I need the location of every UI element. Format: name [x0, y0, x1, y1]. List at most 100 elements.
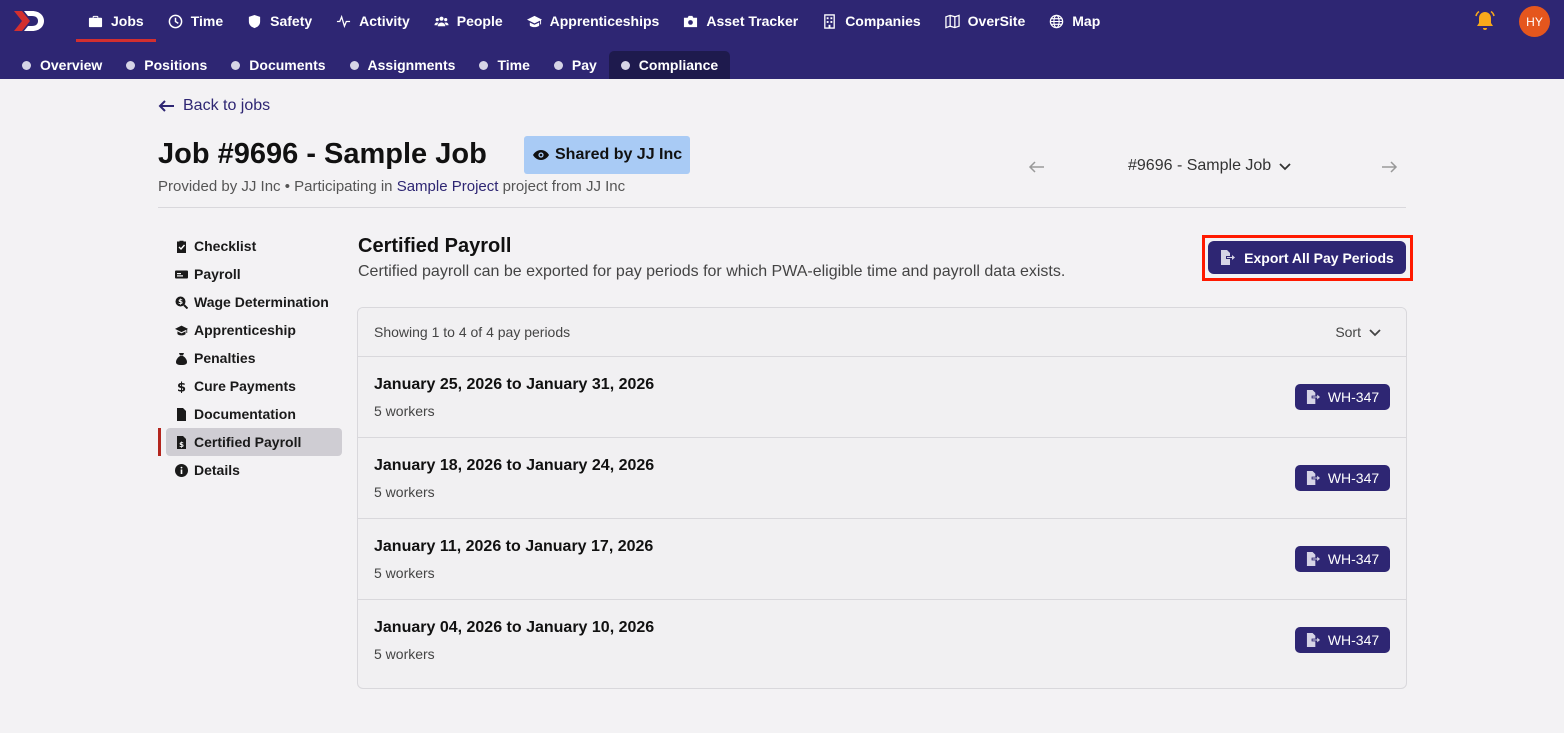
shield-icon: [249, 14, 261, 28]
project-link[interactable]: Sample Project: [397, 178, 499, 195]
subnav-label: Assignments: [367, 57, 456, 73]
app-logo[interactable]: [12, 9, 46, 33]
notification-bell-icon[interactable]: [1473, 9, 1497, 33]
user-avatar[interactable]: HY: [1519, 6, 1550, 37]
subnav-label: Documents: [249, 57, 326, 73]
building-icon: [824, 13, 836, 29]
shared-badge: Shared by JJ Inc: [524, 136, 691, 174]
sidebar-item-details[interactable]: Details: [158, 456, 342, 484]
sidebar-item-certified-payroll[interactable]: $ Certified Payroll: [158, 428, 342, 456]
worker-count: 5 workers: [374, 403, 435, 419]
money-bag-icon: [176, 352, 187, 365]
subnav-compliance[interactable]: Compliance: [608, 51, 731, 79]
subnav-assignments[interactable]: Assignments: [338, 51, 468, 79]
sidebar-item-wage-determination[interactable]: $ Wage Determination: [158, 288, 342, 316]
nav-item-safety[interactable]: Safety: [235, 0, 324, 42]
nav-item-jobs[interactable]: Jobs: [76, 0, 156, 42]
nav-item-activity[interactable]: Activity: [324, 0, 422, 42]
sidebar-item-apprenticeship[interactable]: Apprenticeship: [158, 316, 342, 344]
svg-text:$: $: [178, 298, 183, 306]
graduation-cap-icon: [526, 15, 542, 27]
previous-job-arrow-icon[interactable]: [1028, 158, 1046, 176]
export-all-pay-periods-button[interactable]: Export All Pay Periods: [1208, 241, 1406, 274]
pay-period-row: January 18, 2026 to January 24, 2026 5 w…: [358, 438, 1406, 519]
pay-period-range: January 18, 2026 to January 24, 2026: [374, 457, 655, 474]
eye-icon: [533, 150, 549, 160]
subnav-label: Time: [497, 57, 530, 73]
chevron-down-icon: [1369, 329, 1381, 337]
wh-347-label: WH-347: [1327, 551, 1380, 567]
showing-count: Showing 1 to 4 of 4 pay periods: [374, 324, 571, 340]
sidebar-item-documentation[interactable]: Documentation: [158, 400, 342, 428]
wh-347-label: WH-347: [1327, 470, 1380, 486]
clock-icon: [168, 14, 183, 28]
next-job-arrow-icon[interactable]: [1380, 158, 1398, 176]
sidebar-item-label: Certified Payroll: [194, 434, 302, 450]
subtitle-prefix: Provided by JJ Inc • Participating in: [158, 178, 397, 195]
nav-item-time[interactable]: Time: [156, 0, 235, 42]
nav-label: Safety: [270, 13, 313, 29]
wh-347-export-button[interactable]: WH-347: [1295, 627, 1390, 653]
sidebar-item-label: Details: [194, 462, 240, 478]
money-check-icon: [175, 270, 188, 278]
top-navbar: Jobs Time Safety Activity People Apprent…: [0, 0, 1564, 42]
shared-badge-label: Shared by JJ Inc: [555, 146, 683, 163]
back-label: Back to jobs: [183, 97, 271, 114]
subnav-time[interactable]: Time: [467, 51, 541, 79]
sidebar-item-checklist[interactable]: Checklist: [158, 232, 342, 260]
compliance-sidebar: Checklist Payroll $ Wage Determination A…: [158, 232, 342, 484]
sidebar-item-label: Wage Determination: [194, 294, 329, 310]
page-title: Job #9696 - Sample Job: [158, 138, 487, 170]
dot-icon: [126, 60, 136, 70]
search-dollar-icon: $: [175, 296, 188, 309]
nav-item-map[interactable]: Map: [1037, 0, 1112, 42]
subnav-overview[interactable]: Overview: [10, 51, 114, 79]
wh-347-label: WH-347: [1327, 632, 1380, 648]
activity-icon: [337, 14, 351, 28]
nav-label: Jobs: [111, 13, 144, 29]
subnav-label: Pay: [571, 57, 597, 73]
nav-item-oversite[interactable]: OverSite: [933, 0, 1038, 42]
wh-347-export-button[interactable]: WH-347: [1295, 465, 1390, 491]
wh-347-export-button[interactable]: WH-347: [1295, 384, 1390, 410]
sidebar-item-label: Apprenticeship: [194, 322, 296, 338]
nav-label: Asset Tracker: [706, 13, 799, 29]
sidebar-item-label: Payroll: [194, 266, 241, 282]
worker-count: 5 workers: [374, 565, 435, 581]
nav-item-companies[interactable]: Companies: [810, 0, 932, 42]
wh-347-export-button[interactable]: WH-347: [1295, 546, 1390, 572]
arrow-left-icon: [158, 100, 174, 112]
subnav-label: Positions: [144, 57, 208, 73]
sort-dropdown[interactable]: Sort: [1335, 324, 1390, 340]
subtitle-suffix: project from JJ Inc: [498, 178, 626, 195]
dot-icon: [231, 60, 241, 70]
nav-item-asset-tracker[interactable]: Asset Tracker: [671, 0, 810, 42]
header-divider: [158, 207, 1406, 208]
pay-period-row: January 11, 2026 to January 17, 2026 5 w…: [358, 519, 1406, 600]
chevron-down-icon: [1279, 163, 1291, 171]
nav-item-people[interactable]: People: [422, 0, 515, 42]
sidebar-item-label: Documentation: [194, 406, 296, 422]
subnav-documents[interactable]: Documents: [219, 51, 337, 79]
list-header: Showing 1 to 4 of 4 pay periods Sort: [358, 308, 1406, 357]
svg-text:$: $: [177, 380, 186, 393]
section-title: Certified Payroll: [358, 235, 512, 257]
subnav-positions[interactable]: Positions: [114, 51, 219, 79]
sidebar-item-cure-payments[interactable]: $ Cure Payments: [158, 372, 342, 400]
job-subtitle: Provided by JJ Inc • Participating in Sa…: [158, 178, 625, 195]
nav-label: People: [456, 13, 503, 29]
sidebar-item-payroll[interactable]: Payroll: [158, 260, 342, 288]
dot-icon: [620, 60, 630, 70]
pay-period-row: January 04, 2026 to January 10, 2026 5 w…: [358, 600, 1406, 681]
back-to-jobs-link[interactable]: Back to jobs: [158, 97, 270, 115]
clipboard-check-icon: [177, 240, 186, 253]
pay-period-range: January 04, 2026 to January 10, 2026: [374, 619, 655, 636]
job-selector-dropdown[interactable]: #9696 - Sample Job: [1128, 157, 1292, 175]
pay-period-range: January 25, 2026 to January 31, 2026: [374, 376, 655, 393]
section-description: Certified payroll can be exported for pa…: [358, 263, 1066, 280]
pay-periods-list: Showing 1 to 4 of 4 pay periods Sort Jan…: [357, 307, 1407, 689]
subnav-pay[interactable]: Pay: [542, 51, 609, 79]
sidebar-item-penalties[interactable]: Penalties: [158, 344, 342, 372]
nav-item-apprenticeships[interactable]: Apprenticeships: [515, 0, 672, 42]
dot-icon: [22, 60, 31, 70]
